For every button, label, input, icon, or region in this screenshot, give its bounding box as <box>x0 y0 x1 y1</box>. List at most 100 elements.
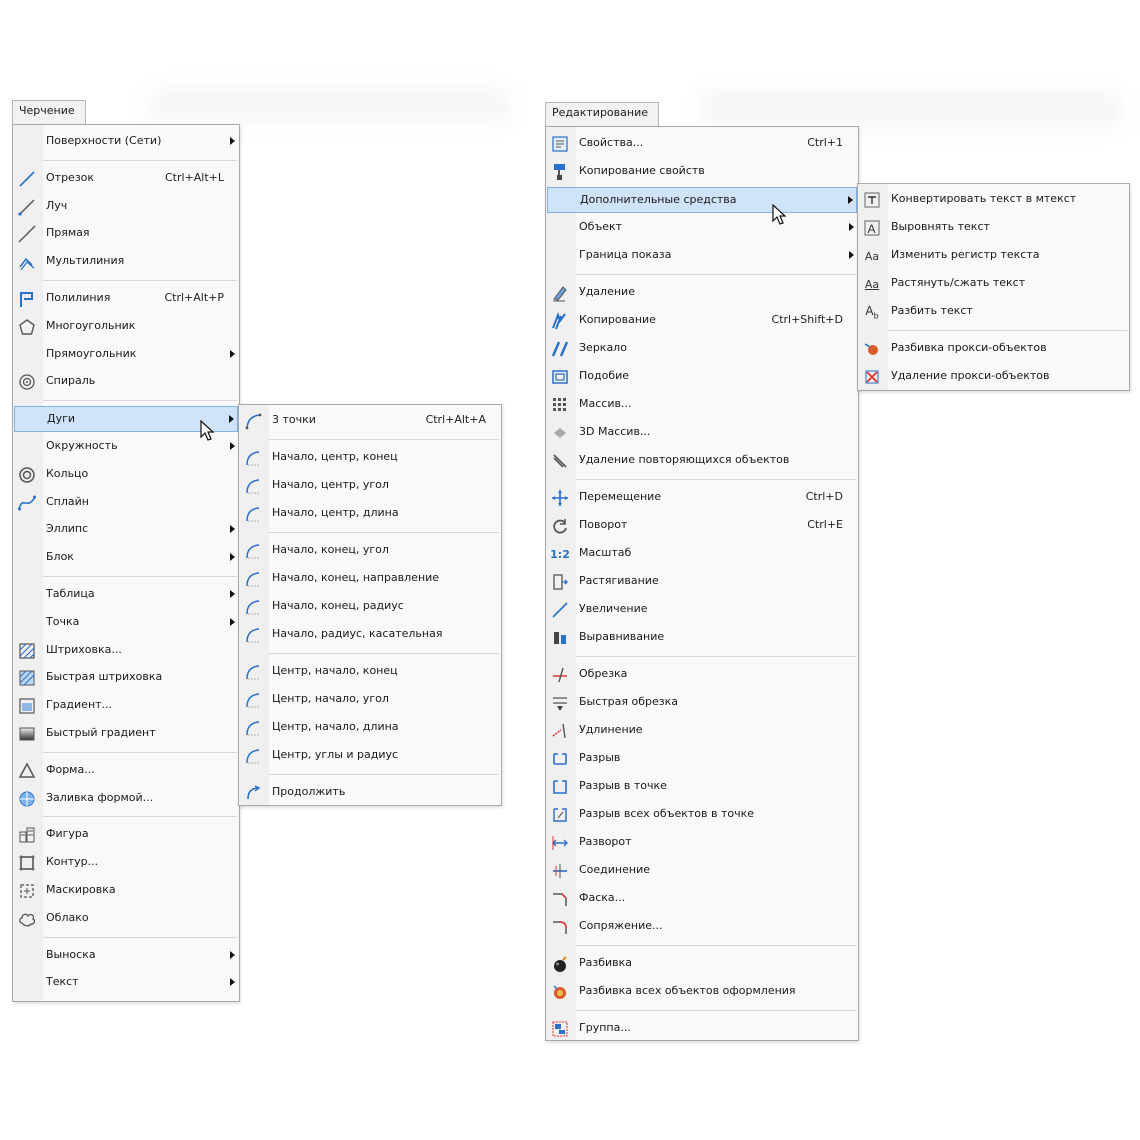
tools-menu-item[interactable]: Разбивка прокси-объектов <box>859 336 1128 362</box>
edit-menu-item[interactable]: Выравнивание <box>547 625 857 651</box>
drawing-menu-item[interactable]: Контур... <box>14 850 238 876</box>
drawing-menu-item[interactable]: Заливка формой... <box>14 786 238 812</box>
edit-menu-item[interactable]: Перемещение Ctrl+D <box>547 485 857 511</box>
edit-menu-item[interactable]: Растягивание <box>547 569 857 595</box>
drawing-menu-item-label: Градиент... <box>46 698 113 712</box>
tools-submenu: Конвертировать текст в мтекст A Выровнять … <box>857 183 1130 391</box>
edit-menu-item[interactable]: Разбивка <box>547 951 857 977</box>
edit-menu-item[interactable]: Группа... <box>547 1016 857 1042</box>
drawing-menu-item[interactable]: Луч <box>14 194 238 220</box>
break-at-point-icon <box>551 778 569 796</box>
drawing-menu-item[interactable]: Полилиния Ctrl+Alt+P <box>14 286 238 312</box>
reverse-icon <box>551 834 569 852</box>
edit-menu-item[interactable]: Удаление <box>547 280 857 306</box>
join-icon <box>551 862 569 880</box>
drawing-menu-item[interactable]: Облако <box>14 906 238 932</box>
drawing-menu-item[interactable]: Спираль <box>14 369 238 395</box>
edit-menu-item-label: Копирование <box>579 313 656 326</box>
edit-menu-item[interactable]: Граница показа <box>547 243 857 269</box>
text-case-icon: Aa <box>864 249 880 263</box>
edit-menu-item[interactable]: Свойства... Ctrl+1 <box>547 131 857 157</box>
edit-menu-item[interactable]: Массив... <box>547 392 857 418</box>
drawing-menu-item[interactable]: Градиент... <box>14 693 238 719</box>
tools-menu-item[interactable]: Aa Изменить регистр текста <box>859 243 1128 269</box>
tools-menu-item[interactable]: A Выровнять текст <box>859 215 1128 241</box>
edit-menu-item[interactable]: Сопряжение... <box>547 914 857 940</box>
edit-menu-item[interactable]: Удлинение <box>547 718 857 744</box>
drawing-menu-item[interactable]: Точка <box>14 610 238 636</box>
arcs-menu-item[interactable]: Начало, радиус, касательная <box>240 622 500 648</box>
drawing-menu-item[interactable]: Штриховка... <box>14 638 238 664</box>
arcs-menu-item[interactable]: Центр, начало, конец <box>240 659 500 685</box>
edit-menu-item[interactable]: Объект <box>547 215 857 241</box>
drawing-menu-item[interactable]: Мультилиния <box>14 249 238 275</box>
tools-menu-item[interactable]: Конвертировать текст в мтекст <box>859 187 1128 213</box>
svg-text:A: A <box>868 222 876 236</box>
drawing-menu-item[interactable]: Многоугольник <box>14 314 238 340</box>
drawing-menu-item[interactable]: Таблица <box>14 582 238 608</box>
edit-menu-item[interactable]: Обрезка <box>547 662 857 688</box>
tools-menu-item-label: Удаление прокси-объектов <box>891 369 1050 382</box>
arcs-menu-item[interactable]: Начало, конец, направление <box>240 566 500 592</box>
drawing-menu-item-label: Луч <box>46 198 68 212</box>
edit-menu-item[interactable]: Разбивка всех объектов оформления <box>547 979 857 1005</box>
arcs-menu-item[interactable]: Начало, конец, угол <box>240 538 500 564</box>
drawing-menu-item[interactable]: Блок <box>14 545 238 571</box>
cloud-icon <box>18 910 36 928</box>
edit-menu-item[interactable]: Зеркало <box>547 336 857 362</box>
menu-separator <box>43 751 237 753</box>
edit-menu-item[interactable]: Поворот Ctrl+E <box>547 513 857 539</box>
drawing-menu-item[interactable]: Быстрая штриховка <box>14 665 238 691</box>
edit-menu-tab[interactable]: Редактирование <box>545 102 659 126</box>
arcs-menu-item[interactable]: Начало, центр, конец <box>240 445 500 471</box>
tools-menu-item[interactable]: Ab Разбить текст <box>859 299 1128 325</box>
arcs-menu-item-label: Начало, центр, угол <box>272 478 389 491</box>
edit-menu-item[interactable]: Разворот <box>547 830 857 856</box>
arcs-menu-item[interactable]: Начало, конец, радиус <box>240 594 500 620</box>
drawing-menu-tab[interactable]: Черчение <box>12 100 86 124</box>
drawing-menu-item[interactable]: Выноска <box>14 943 238 969</box>
edit-menu-item[interactable]: Разрыв в точке <box>547 774 857 800</box>
arcs-menu-item[interactable]: Центр, начало, угол <box>240 687 500 713</box>
edit-menu-item[interactable]: Копирование Ctrl+Shift+D <box>547 308 857 334</box>
drawing-menu-item[interactable]: Быстрый градиент <box>14 721 238 747</box>
edit-menu-item[interactable]: Подобие <box>547 364 857 390</box>
drawing-menu-item[interactable]: Маскировка <box>14 878 238 904</box>
drawing-menu-item-label: Отрезок <box>46 170 95 184</box>
tools-menu-item[interactable]: Удаление прокси-объектов <box>859 364 1128 390</box>
edit-menu-item-label: Объект <box>579 220 623 233</box>
drawing-menu-item-label: Быстрый градиент <box>46 726 156 739</box>
edit-menu-item[interactable]: Разрыв всех объектов в точке <box>547 802 857 828</box>
arcs-menu-item[interactable]: Начало, центр, угол <box>240 473 500 499</box>
arcs-menu-item-label: Начало, конец, радиус <box>272 599 404 612</box>
drawing-menu-item[interactable]: Поверхности (Сети) <box>14 129 238 155</box>
edit-menu-item[interactable]: Быстрая обрезка <box>547 690 857 716</box>
edit-menu-item[interactable]: Фаска... <box>547 886 857 912</box>
edit-menu-item[interactable]: 3D Массив... <box>547 420 857 446</box>
arcs-menu-item[interactable]: Продолжить <box>240 780 500 806</box>
wipeout-icon <box>18 882 36 900</box>
drawing-menu-item[interactable]: Эллипс <box>14 517 238 543</box>
drawing-menu-item[interactable]: Текст <box>14 970 238 996</box>
drawing-menu-item[interactable]: Кольцо <box>14 462 238 488</box>
arcs-menu-item[interactable]: Начало, центр, длина <box>240 501 500 527</box>
arcs-menu-item[interactable]: Центр, углы и радиус <box>240 743 500 769</box>
drawing-menu-item[interactable]: Прямая <box>14 221 238 247</box>
drawing-menu-item[interactable]: Форма... <box>14 758 238 784</box>
edit-menu-item[interactable]: Соединение <box>547 858 857 884</box>
edit-menu-item[interactable]: Увеличение <box>547 597 857 623</box>
edit-menu-item[interactable]: Разрыв <box>547 746 857 772</box>
tools-menu-item[interactable]: Aa Растянуть/сжать текст <box>859 271 1128 297</box>
arc-icon <box>244 598 262 616</box>
drawing-menu-item[interactable]: Прямоугольник <box>14 342 238 368</box>
drawing-menu-item[interactable]: Фигура <box>14 822 238 848</box>
edit-menu-item[interactable]: Удаление повторяющихся объектов <box>547 448 857 474</box>
edit-menu-item[interactable]: Дополнительные средства <box>547 187 857 213</box>
edit-menu-item[interactable]: Копирование свойств <box>547 159 857 185</box>
arcs-menu-item[interactable]: 3 точки Ctrl+Alt+A <box>240 408 500 434</box>
drawing-menu-item[interactable]: Отрезок Ctrl+Alt+L <box>14 166 238 192</box>
arcs-menu-item[interactable]: Центр, начало, длина <box>240 715 500 741</box>
arc-icon <box>244 505 262 523</box>
edit-menu-item[interactable]: 1:2 Масштаб <box>547 541 857 567</box>
drawing-menu-item[interactable]: Сплайн <box>14 490 238 516</box>
